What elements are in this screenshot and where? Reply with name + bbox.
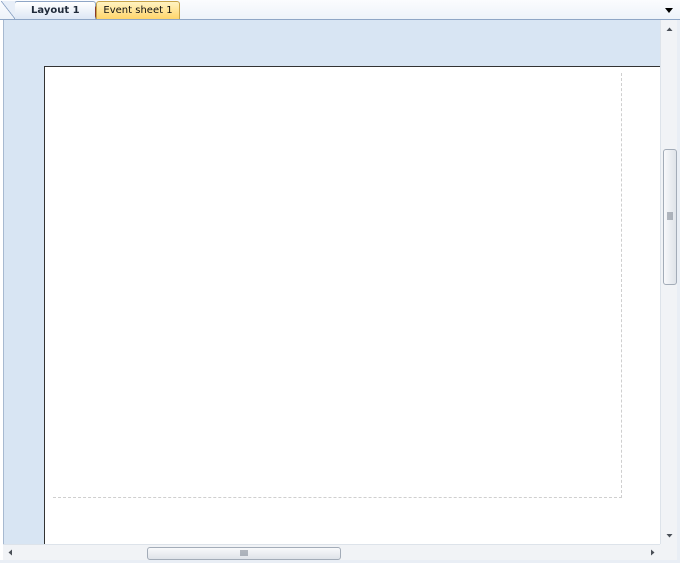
horizontal-scroll-thumb[interactable]	[147, 547, 341, 560]
vertical-scroll-thumb[interactable]	[663, 149, 677, 285]
scrollbar-corner	[660, 544, 677, 560]
layout-view[interactable]	[3, 20, 661, 544]
arrow-left-icon[interactable]	[5, 547, 16, 558]
grip-icon	[240, 550, 248, 556]
arrow-up-icon[interactable]	[664, 24, 675, 35]
tab-layout-1[interactable]: Layout 1	[1, 1, 108, 19]
chevron-down-icon	[665, 8, 673, 13]
document-tab-strip: Layout 1 Event sheet 1	[0, 0, 680, 20]
arrow-right-icon[interactable]	[647, 547, 658, 558]
window-size-guide	[53, 73, 622, 498]
tab-event-sheet-1[interactable]: Event sheet 1	[96, 1, 180, 19]
layout-canvas[interactable]	[44, 66, 661, 544]
tab-layout-1-label: Layout 1	[31, 5, 80, 16]
tab-event-sheet-1-label: Event sheet 1	[103, 5, 173, 16]
grip-icon	[667, 212, 673, 220]
vertical-scrollbar[interactable]	[660, 20, 678, 544]
horizontal-scrollbar[interactable]	[3, 544, 660, 561]
tab-list-menu-button[interactable]	[662, 2, 676, 16]
arrow-down-icon[interactable]	[664, 530, 675, 541]
